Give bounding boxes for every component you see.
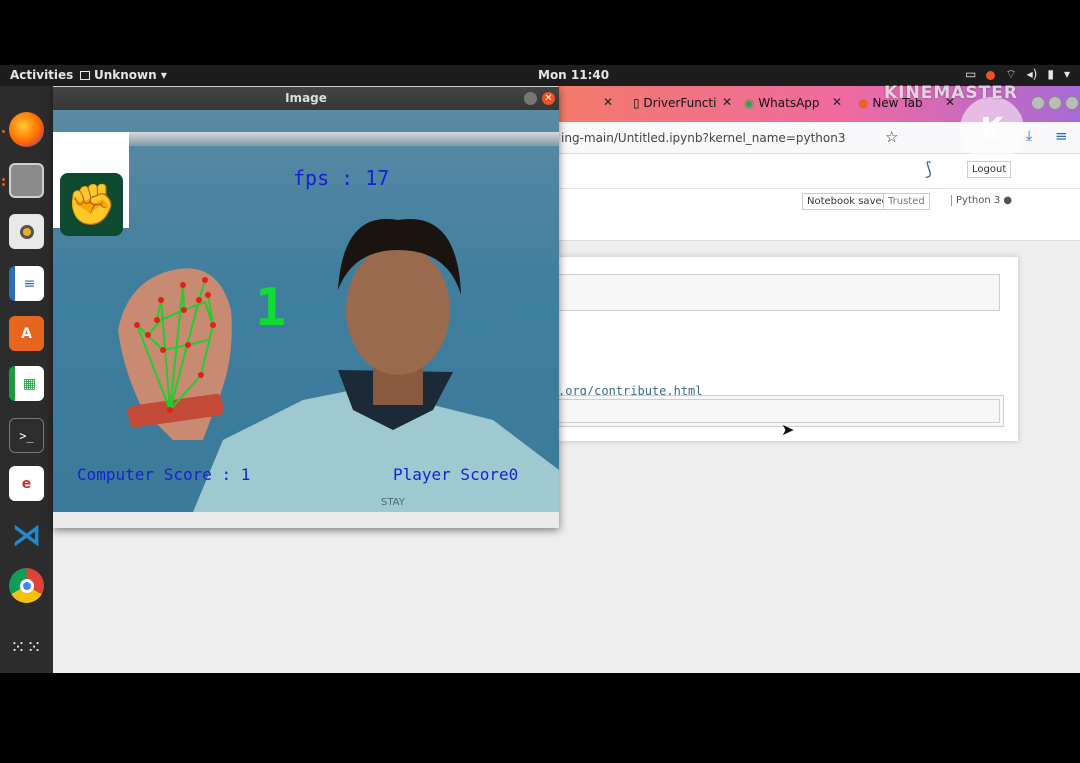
download-icon[interactable]: ⤓ bbox=[1026, 128, 1032, 144]
dock: ≡ A ▦ >_ e ⋊ ⁙⁙ bbox=[0, 86, 53, 673]
software-icon[interactable]: A bbox=[9, 316, 44, 351]
activities-button[interactable]: Activities bbox=[10, 68, 73, 82]
app-menu-label: Unknown bbox=[94, 68, 157, 82]
jupyter-toolbar: Notebook saved Trusted Python 3 ● bbox=[558, 189, 1080, 241]
python-logo-icon: ⟆ bbox=[925, 159, 933, 180]
bottom-letterbox bbox=[0, 673, 1080, 763]
running-indicator bbox=[2, 178, 5, 181]
screen-icon[interactable]: ▭ bbox=[965, 67, 976, 82]
system-tray[interactable]: ▭ ⌔ ◂) ▮ ▾ bbox=[965, 67, 1070, 82]
top-letterbox bbox=[0, 0, 1080, 65]
minimize-button[interactable] bbox=[524, 92, 537, 105]
kinemaster-watermark: KINEMASTER bbox=[884, 83, 1018, 103]
shirt-text: STAY bbox=[381, 497, 406, 508]
kernel-indicator[interactable]: Python 3 ● bbox=[951, 195, 1012, 206]
wifi-icon[interactable]: ⌔ bbox=[1005, 67, 1016, 82]
tab-driverfunction[interactable]: ▯ DriverFuncti bbox=[633, 96, 716, 110]
terminal-icon[interactable]: >_ bbox=[9, 418, 44, 453]
close-window-button[interactable] bbox=[1065, 96, 1079, 110]
close-button[interactable]: ✕ bbox=[542, 92, 555, 105]
tab-close-icon[interactable]: ✕ bbox=[603, 95, 613, 109]
gesture-panel: ✊ bbox=[53, 132, 129, 236]
notebook-container: .org/contribute.html bbox=[558, 257, 1018, 441]
fist-icon: ✊ bbox=[60, 173, 123, 236]
maximize-window-button[interactable] bbox=[1048, 96, 1062, 110]
running-indicator bbox=[2, 130, 5, 133]
computer-score: Computer Score : 1 bbox=[77, 465, 251, 484]
tab-close-icon[interactable]: ✕ bbox=[722, 95, 732, 109]
firefox-icon[interactable] bbox=[9, 112, 44, 147]
chrome-icon[interactable] bbox=[9, 568, 44, 603]
logout-button[interactable]: Logout bbox=[967, 161, 1012, 178]
writer-icon[interactable]: ≡ bbox=[9, 266, 44, 301]
notebook-saved-indicator: Notebook saved bbox=[802, 193, 893, 210]
vscode-icon[interactable]: ⋊ bbox=[9, 518, 44, 553]
notebook-area: .org/contribute.html bbox=[558, 241, 1080, 673]
url-text: ing-main/Untitled.ipynb?kernel_name=pyth… bbox=[561, 131, 846, 145]
tab-close-icon[interactable]: ✕ bbox=[832, 95, 842, 109]
rhythmbox-icon[interactable] bbox=[9, 214, 44, 249]
fps-counter: fps : 17 bbox=[293, 166, 390, 190]
running-indicator bbox=[2, 183, 5, 186]
countdown-number: 1 bbox=[255, 278, 287, 338]
mouse-cursor: ➤ bbox=[781, 420, 795, 439]
apps-grid-icon[interactable]: ⁙⁙ bbox=[9, 630, 44, 665]
bookmark-star-icon[interactable]: ☆ bbox=[885, 128, 898, 146]
battery-icon[interactable]: ▮ bbox=[1047, 67, 1054, 82]
camera-feed: STAY ✊ fps : 17 1 Computer Score : 1 Pla… bbox=[53, 110, 559, 512]
evince-icon[interactable]: e bbox=[9, 466, 44, 501]
code-cell-1[interactable] bbox=[558, 274, 1000, 311]
notification-dot-icon bbox=[986, 71, 996, 80]
hamburger-menu-icon[interactable]: ≡ bbox=[1055, 127, 1068, 145]
trusted-indicator[interactable]: Trusted bbox=[883, 193, 930, 210]
files-icon[interactable] bbox=[9, 163, 44, 198]
kernel-status-icon: ● bbox=[1003, 195, 1013, 206]
tab-label: WhatsApp bbox=[758, 96, 820, 110]
volume-icon[interactable]: ◂) bbox=[1027, 67, 1038, 82]
code-cell-2-input[interactable] bbox=[558, 399, 1000, 423]
image-window-titlebar[interactable]: Image ✕ bbox=[53, 87, 559, 110]
tab-whatsapp[interactable]: ◉ WhatsApp bbox=[744, 96, 820, 110]
app-menu[interactable]: Unknown ▾ bbox=[80, 68, 167, 82]
image-window-title: Image bbox=[285, 91, 327, 105]
clock[interactable]: Mon 11:40 bbox=[538, 68, 609, 82]
kernel-label: Python 3 bbox=[956, 195, 1001, 206]
image-window: Image ✕ STAY ✊ fps: 17 1 Computer Score… bbox=[53, 87, 559, 528]
window-icon bbox=[80, 71, 90, 80]
player-score: Player Score0 bbox=[393, 465, 519, 484]
tab-label: DriverFuncti bbox=[643, 96, 717, 110]
minimize-window-button[interactable] bbox=[1031, 96, 1045, 110]
calc-icon[interactable]: ▦ bbox=[9, 366, 44, 401]
kinemaster-logo-icon: K bbox=[960, 97, 1024, 161]
power-menu-icon[interactable]: ▾ bbox=[1064, 67, 1070, 82]
